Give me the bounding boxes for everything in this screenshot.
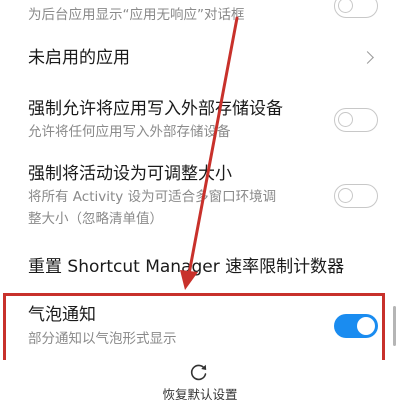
setting-row-inactive-apps[interactable]: 未启用的应用 [0, 47, 400, 69]
setting-title: 重置 Shortcut Manager 速率限制计数器 [28, 257, 345, 277]
resizable-toggle[interactable] [334, 184, 378, 208]
external-storage-toggle[interactable] [334, 108, 378, 132]
toggle-knob [338, 0, 353, 13]
reset-icon[interactable] [189, 362, 209, 382]
setting-subtitle: 整大小（忽略清单值） [28, 211, 163, 227]
setting-row-shortcut-reset[interactable]: 重置 Shortcut Manager 速率限制计数器 [0, 256, 400, 278]
settings-screen: 为后台应用显示“应用无响应”对话框 未启用的应用 强制允许将应用写入外部存储设备… [0, 0, 400, 400]
toggle-knob [338, 188, 353, 203]
setting-title: 未启用的应用 [28, 48, 130, 68]
setting-title: 强制将活动设为可调整大小 [28, 164, 232, 184]
highlight-box [3, 293, 385, 363]
toggle-knob [338, 112, 353, 127]
scrollbar[interactable] [393, 306, 396, 346]
anr-toggle[interactable] [334, 0, 378, 18]
reset-defaults-button[interactable]: 恢复默认设置 [0, 386, 400, 400]
